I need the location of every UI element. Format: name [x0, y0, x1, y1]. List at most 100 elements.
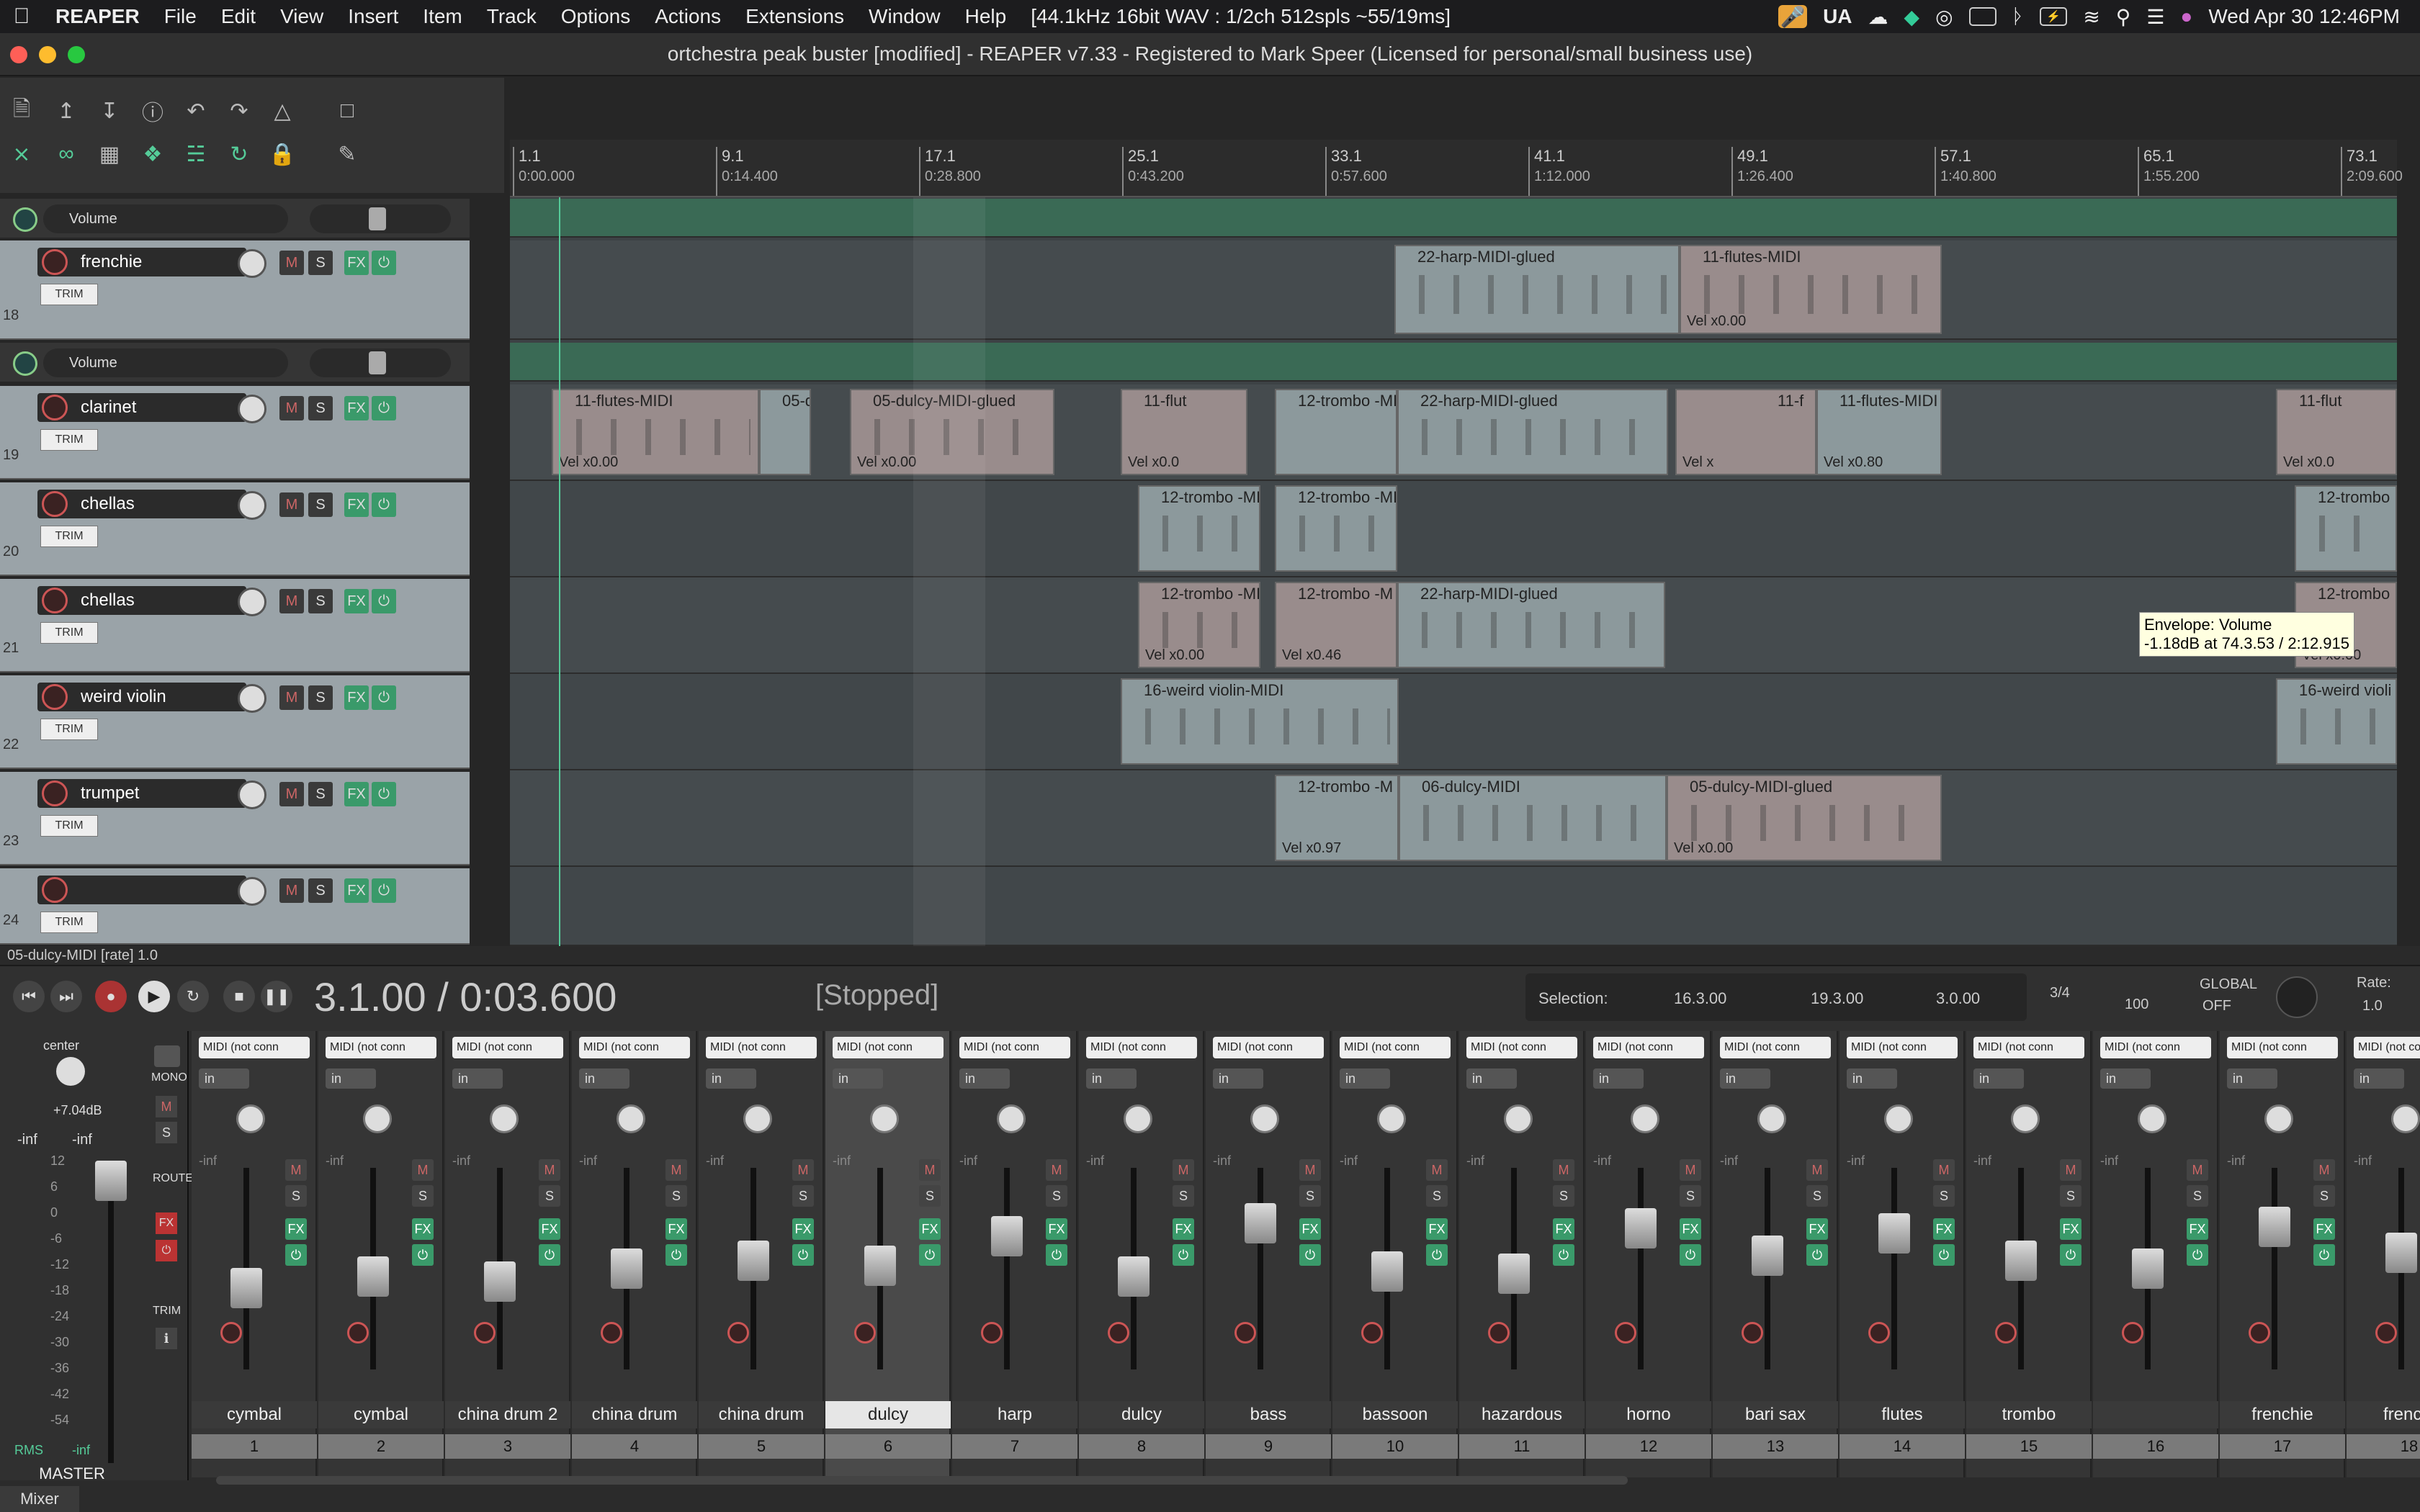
- zoom-button[interactable]: [68, 46, 85, 63]
- fx-button[interactable]: FX: [1426, 1218, 1448, 1240]
- repeat-button[interactable]: ↻: [177, 981, 209, 1012]
- timeline-ruler[interactable]: 1.1 0:00.000 9.1 0:14.400 17.1 0:28.800 25.…: [510, 140, 2403, 197]
- solo-button[interactable]: S: [1299, 1185, 1321, 1207]
- solo-button[interactable]: S: [308, 685, 333, 710]
- media-item[interactable]: 12-trombo -MI Vel x0.00: [1138, 582, 1260, 668]
- envelope-lane-18[interactable]: [510, 343, 2397, 382]
- volume-knob[interactable]: [238, 395, 266, 423]
- record-arm-button[interactable]: [1742, 1322, 1763, 1344]
- media-item[interactable]: 16-weird violin-MIDI: [1121, 678, 1399, 765]
- fx-button[interactable]: FX: [344, 589, 369, 613]
- pan-knob[interactable]: [2391, 1104, 2420, 1133]
- volume-fader[interactable]: [484, 1261, 516, 1302]
- strip-name[interactable]: trombo: [1966, 1401, 2092, 1428]
- loop-icon[interactable]: ↻: [223, 138, 255, 170]
- play-button[interactable]: ▶: [138, 981, 170, 1012]
- fx-bypass-icon[interactable]: ⏻: [1173, 1244, 1194, 1266]
- midi-input-select[interactable]: MIDI (not conn: [452, 1037, 563, 1058]
- envelope-bypass-icon[interactable]: [13, 207, 37, 232]
- mixer-strip[interactable]: MIDI (not conn in -inf M S FX ⏻ china drum 5: [699, 1031, 824, 1477]
- track-name[interactable]: [37, 876, 246, 904]
- fx-button[interactable]: FX: [344, 685, 369, 710]
- media-item[interactable]: 12-trombo -MI: [1138, 485, 1260, 572]
- lock-icon[interactable]: 🔒: [266, 138, 298, 170]
- mute-button[interactable]: M: [285, 1159, 307, 1181]
- input-button[interactable]: in: [959, 1068, 1010, 1089]
- mixer-strip[interactable]: MIDI (not conn in -inf M S FX ⏻ horno 12: [1586, 1031, 1711, 1477]
- fx-bypass-icon[interactable]: ⏻: [1680, 1244, 1701, 1266]
- master-fx-button[interactable]: FX: [156, 1212, 177, 1234]
- mute-button[interactable]: M: [1933, 1159, 1955, 1181]
- search-icon[interactable]: ⚲: [2116, 5, 2131, 29]
- input-button[interactable]: in: [706, 1068, 756, 1089]
- fx-button[interactable]: FX: [344, 878, 369, 903]
- siri-icon[interactable]: ●: [2180, 5, 2192, 28]
- strip-name[interactable]: china drum: [699, 1401, 824, 1428]
- volume-knob[interactable]: [238, 588, 266, 616]
- project-settings-icon[interactable]: ⓘ: [137, 95, 169, 127]
- media-item[interactable]: 16-weird violi: [2276, 678, 2397, 765]
- volume-fader[interactable]: [1371, 1251, 1403, 1292]
- solo-button[interactable]: S: [1046, 1185, 1067, 1207]
- midi-input-select[interactable]: MIDI (not conn: [833, 1037, 944, 1058]
- record-arm-button[interactable]: [42, 780, 68, 806]
- volume-fader[interactable]: [738, 1241, 769, 1281]
- input-button[interactable]: in: [452, 1068, 503, 1089]
- midi-input-select[interactable]: MIDI (not conn: [1593, 1037, 1704, 1058]
- media-item[interactable]: 05-d: [759, 389, 811, 475]
- app-menu[interactable]: REAPER: [43, 5, 152, 28]
- strip-name[interactable]: dulcy: [825, 1401, 951, 1428]
- record-arm-button[interactable]: [601, 1322, 622, 1344]
- record-arm-button[interactable]: [347, 1322, 369, 1344]
- menu-edit[interactable]: Edit: [209, 5, 268, 28]
- minimize-button[interactable]: [39, 46, 56, 63]
- input-button[interactable]: in: [1593, 1068, 1644, 1089]
- pan-knob[interactable]: [617, 1104, 645, 1133]
- audio-info[interactable]: [44.1kHz 16bit WAV : 1/2ch 512spls ~55/1…: [1018, 5, 1463, 28]
- track-panel-23[interactable]: 23 trumpet M S FX ⏻ TRIM: [0, 772, 470, 865]
- fx-bypass-icon[interactable]: ⏻: [1046, 1244, 1067, 1266]
- strip-name[interactable]: harp: [952, 1401, 1077, 1428]
- menu-insert[interactable]: Insert: [336, 5, 411, 28]
- mute-button[interactable]: M: [539, 1159, 560, 1181]
- record-arm-button[interactable]: [220, 1322, 242, 1344]
- media-item[interactable]: 12-trombo -MI: [1275, 485, 1397, 572]
- volume-fader[interactable]: [357, 1256, 389, 1297]
- pan-knob[interactable]: [1884, 1104, 1913, 1133]
- master-trim[interactable]: TRIM: [153, 1305, 181, 1318]
- track-name[interactable]: clarinet: [37, 393, 246, 422]
- metronome-icon[interactable]: △: [266, 95, 298, 127]
- volume-fader[interactable]: [1625, 1208, 1657, 1248]
- mute-button[interactable]: M: [1553, 1159, 1574, 1181]
- fx-bypass-icon[interactable]: ⏻: [2313, 1244, 2335, 1266]
- input-button[interactable]: in: [2100, 1068, 2151, 1089]
- pan-knob[interactable]: [1377, 1104, 1406, 1133]
- record-arm-button[interactable]: [42, 491, 68, 517]
- track-name[interactable]: weird violin: [37, 683, 246, 711]
- trim-button[interactable]: TRIM: [40, 526, 98, 547]
- media-item[interactable]: 22-harp-MIDI-glued: [1397, 389, 1668, 475]
- volume-fader[interactable]: [230, 1268, 262, 1308]
- selection-box[interactable]: Selection: 16.3.00 19.3.00 3.0.00: [1525, 973, 2027, 1021]
- mixer-strip[interactable]: MIDI (not conn in -inf M S FX ⏻ cymbal 1: [192, 1031, 317, 1477]
- strip-name[interactable]: [2093, 1401, 2218, 1428]
- fx-bypass-icon[interactable]: ⏻: [2060, 1244, 2081, 1266]
- time-signature[interactable]: 3/4: [2050, 985, 2070, 1002]
- record-arm-button[interactable]: [1995, 1322, 2017, 1344]
- record-arm-button[interactable]: [2375, 1322, 2397, 1344]
- midi-input-select[interactable]: MIDI (not conn: [1973, 1037, 2084, 1058]
- strip-name[interactable]: china drum 2: [445, 1401, 570, 1428]
- trim-button[interactable]: TRIM: [40, 284, 98, 305]
- track-lane-22[interactable]: 16-weird violin-MIDI 16-weird violi: [510, 674, 2397, 770]
- time-selection[interactable]: [913, 140, 985, 946]
- mute-button[interactable]: M: [1046, 1159, 1067, 1181]
- mixer-strip[interactable]: MIDI (not conn in -inf M S FX ⏻ harp 7: [952, 1031, 1077, 1477]
- selection-end[interactable]: 19.3.00: [1811, 989, 1863, 1008]
- track-name[interactable]: chellas: [37, 490, 246, 518]
- record-arm-button[interactable]: [854, 1322, 876, 1344]
- mixer-strip[interactable]: MIDI (not conn in -inf M S FX ⏻ china drum 2 3: [445, 1031, 570, 1477]
- pause-button[interactable]: ❚❚: [261, 981, 292, 1012]
- solo-button[interactable]: S: [308, 251, 333, 275]
- fx-button[interactable]: FX: [2313, 1218, 2335, 1240]
- playrate-knob[interactable]: [2276, 976, 2318, 1018]
